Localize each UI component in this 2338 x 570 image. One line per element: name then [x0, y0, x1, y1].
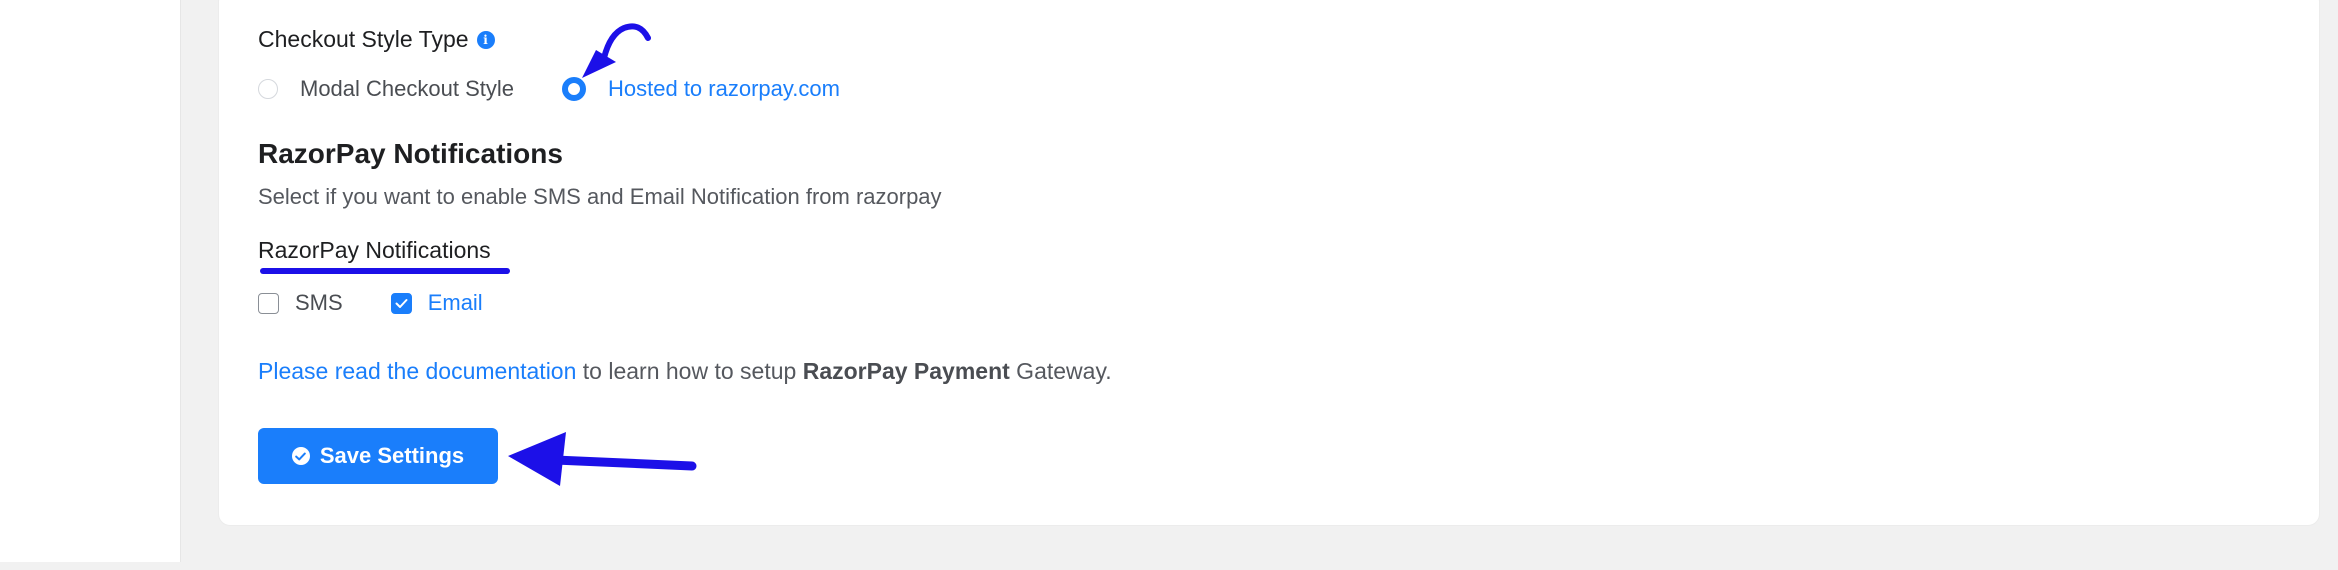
annotation-underline [260, 268, 510, 274]
save-settings-button[interactable]: Save Settings [258, 428, 498, 484]
save-settings-label: Save Settings [319, 443, 465, 468]
documentation-note: Please read the documentation to learn h… [258, 358, 1112, 385]
radio-modal-checkout-label[interactable]: Modal Checkout Style [300, 76, 514, 102]
radio-hosted-checkout-label[interactable]: Hosted to razorpay.com [608, 76, 840, 102]
info-icon[interactable]: i [476, 30, 495, 49]
checkout-style-options: Modal Checkout Style Hosted to razorpay.… [258, 76, 840, 102]
sms-checkbox-label[interactable]: SMS [295, 290, 343, 316]
checkout-style-label: Checkout Style Type [258, 26, 469, 52]
sms-checkbox[interactable] [258, 292, 279, 314]
checkmark-icon [395, 298, 408, 308]
checkout-style-field: Checkout Style Type i [258, 26, 495, 53]
notifications-field-label: RazorPay Notifications [258, 237, 491, 263]
sidebar [0, 0, 181, 562]
radio-modal-checkout[interactable] [258, 79, 278, 99]
radio-hosted-checkout[interactable] [562, 77, 586, 101]
notifications-title: RazorPay Notifications [258, 138, 563, 169]
check-circle-icon [291, 447, 310, 465]
documentation-link[interactable]: Please read the documentation [258, 358, 576, 384]
notifications-options: SMS Email [258, 290, 483, 316]
documentation-text-middle: to learn how to setup [576, 358, 803, 384]
email-checkbox[interactable] [390, 292, 412, 314]
documentation-bold-text: RazorPay Payment [802, 358, 1010, 384]
email-checkbox-label[interactable]: Email [428, 290, 483, 316]
notifications-description: Select if you want to enable SMS and Ema… [258, 184, 942, 209]
documentation-text-end: Gateway. [1009, 358, 1112, 384]
